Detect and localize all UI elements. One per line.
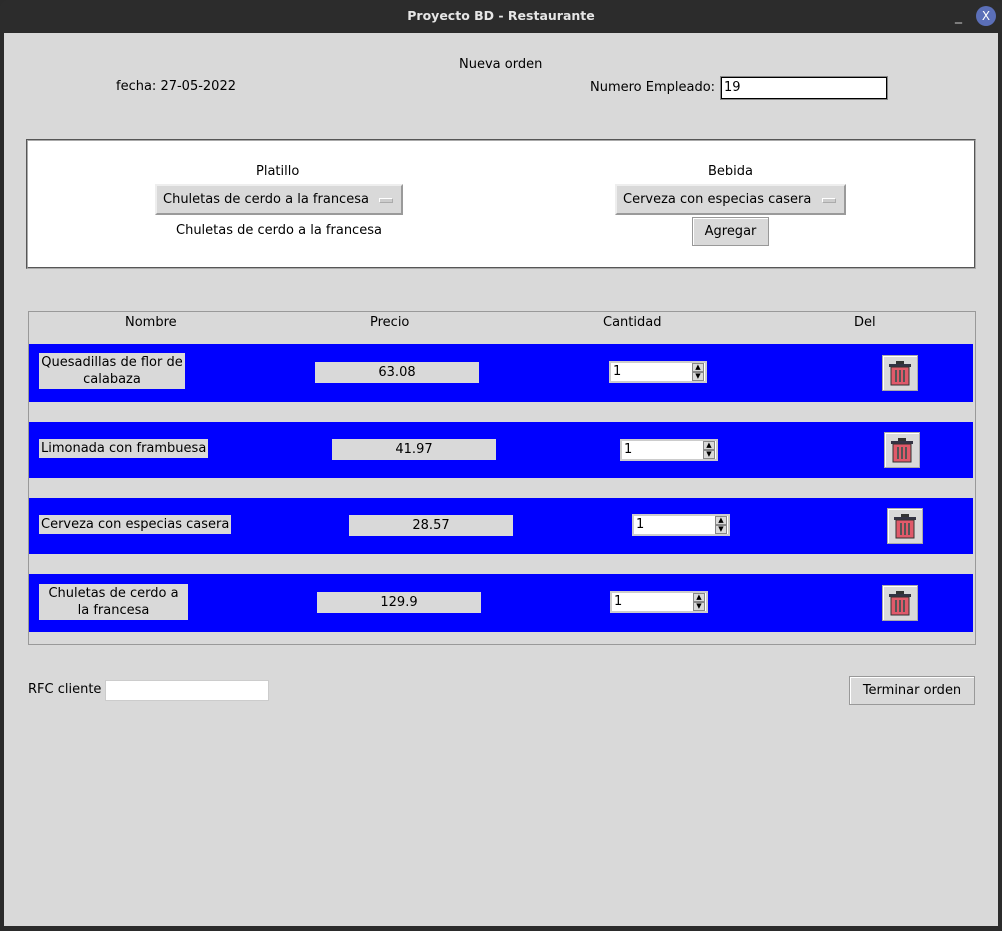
finish-order-button[interactable]: Terminar orden bbox=[849, 676, 975, 705]
header-cantidad: Cantidad bbox=[603, 315, 662, 330]
quantity-spinbox[interactable]: 1 ▲ ▼ bbox=[632, 514, 730, 536]
minimize-button[interactable]: _ bbox=[955, 0, 962, 32]
quantity-spinbox[interactable]: 1 ▲ ▼ bbox=[609, 361, 707, 383]
trash-icon bbox=[889, 591, 911, 616]
trash-icon bbox=[889, 361, 911, 386]
quantity-value: 1 bbox=[614, 594, 623, 609]
window-title: Proyecto BD - Restaurante bbox=[407, 8, 595, 23]
trash-icon bbox=[894, 514, 916, 539]
item-price: 63.08 bbox=[315, 362, 479, 383]
spin-up-icon[interactable]: ▲ bbox=[692, 363, 704, 372]
platillo-selected: Chuletas de cerdo a la francesa bbox=[163, 192, 369, 207]
quantity-value: 1 bbox=[624, 442, 633, 457]
delete-button[interactable] bbox=[882, 585, 918, 621]
bebida-label: Bebida bbox=[708, 164, 753, 179]
bebida-selected: Cerveza con especias casera bbox=[623, 192, 812, 207]
item-name: Chuletas de cerdo a la francesa bbox=[39, 584, 188, 620]
employee-label: Numero Empleado: bbox=[590, 80, 716, 95]
spin-up-icon[interactable]: ▲ bbox=[703, 441, 715, 450]
date-label: fecha: 27-05-2022 bbox=[116, 79, 236, 94]
spin-up-icon[interactable]: ▲ bbox=[693, 593, 705, 602]
dropdown-indicator-icon bbox=[822, 198, 836, 203]
spin-up-icon[interactable]: ▲ bbox=[715, 516, 727, 525]
trash-icon bbox=[891, 438, 913, 463]
spin-down-icon[interactable]: ▼ bbox=[692, 372, 704, 381]
platillo-selected-text: Chuletas de cerdo a la francesa bbox=[176, 223, 382, 238]
quantity-value: 1 bbox=[613, 364, 622, 379]
bebida-dropdown[interactable]: Cerveza con especias casera bbox=[615, 184, 846, 215]
close-button[interactable]: X bbox=[976, 6, 996, 26]
header-del: Del bbox=[854, 315, 876, 330]
add-button[interactable]: Agregar bbox=[692, 217, 769, 246]
item-name: Cerveza con especias casera bbox=[39, 515, 232, 534]
header-nombre: Nombre bbox=[125, 315, 177, 330]
spin-down-icon[interactable]: ▼ bbox=[715, 525, 727, 534]
item-price: 28.57 bbox=[349, 515, 513, 536]
platillo-label: Platillo bbox=[256, 164, 300, 179]
header-precio: Precio bbox=[370, 315, 410, 330]
rfc-label: RFC cliente bbox=[28, 682, 102, 697]
item-price: 129.9 bbox=[317, 592, 481, 613]
item-name: Quesadillas de flor de calabaza bbox=[39, 353, 185, 389]
delete-button[interactable] bbox=[884, 432, 920, 468]
page-title: Nueva orden bbox=[459, 57, 543, 72]
title-bar: Proyecto BD - Restaurante bbox=[0, 0, 1002, 32]
spin-down-icon[interactable]: ▼ bbox=[693, 602, 705, 611]
platillo-dropdown[interactable]: Chuletas de cerdo a la francesa bbox=[155, 184, 403, 215]
dropdown-indicator-icon bbox=[379, 198, 393, 203]
delete-button[interactable] bbox=[882, 355, 918, 391]
quantity-spinbox[interactable]: 1 ▲ ▼ bbox=[610, 591, 708, 613]
employee-number-input[interactable]: 19 bbox=[720, 76, 888, 100]
quantity-value: 1 bbox=[636, 517, 645, 532]
quantity-spinbox[interactable]: 1 ▲ ▼ bbox=[620, 439, 718, 461]
rfc-input[interactable] bbox=[105, 680, 269, 701]
spin-down-icon[interactable]: ▼ bbox=[703, 450, 715, 459]
item-price: 41.97 bbox=[332, 439, 496, 460]
delete-button[interactable] bbox=[887, 508, 923, 544]
item-name: Limonada con frambuesa bbox=[39, 439, 209, 458]
